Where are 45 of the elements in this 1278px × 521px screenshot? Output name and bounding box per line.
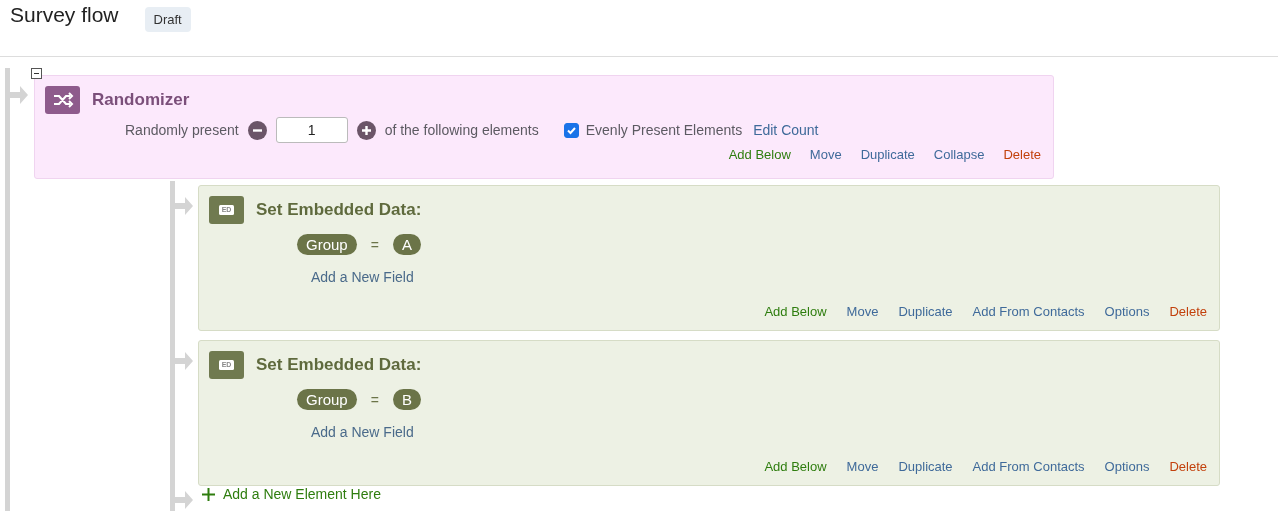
minus-icon[interactable]	[247, 120, 267, 140]
page-title: Survey flow	[10, 2, 119, 27]
field-value-pill[interactable]: A	[392, 234, 421, 255]
count-label: of the following elements	[384, 122, 539, 138]
count-field[interactable]: 1	[275, 117, 348, 143]
action-link[interactable]: Duplicate	[860, 147, 915, 162]
edit-count-link[interactable]: Edit Count	[753, 122, 819, 138]
action-link[interactable]: Move	[846, 459, 879, 474]
action-link[interactable]: Add Below	[728, 147, 791, 162]
action-link[interactable]: Options	[1104, 304, 1150, 319]
equals-sign: =	[370, 391, 379, 408]
action-link[interactable]: Delete	[1169, 459, 1207, 474]
add-field-link[interactable]: Add a New Field	[199, 410, 1219, 440]
action-link[interactable]: Add From Contacts	[972, 459, 1085, 474]
count-label: Randomly present	[125, 122, 239, 138]
field-name-pill[interactable]: Group	[297, 234, 357, 255]
evenly-checkbox[interactable]	[563, 122, 579, 138]
arrow-icon	[175, 350, 193, 372]
add-field-link[interactable]: Add a New Field	[199, 255, 1219, 285]
action-link[interactable]: Move	[846, 304, 879, 319]
equals-sign: =	[370, 236, 379, 253]
arrow-icon	[10, 84, 28, 106]
action-link[interactable]: Delete	[1003, 147, 1041, 162]
add-element-link[interactable]: Add a New Element Here	[202, 486, 381, 502]
action-link[interactable]: Duplicate	[898, 459, 953, 474]
block-title: Set Embedded Data:	[256, 355, 422, 375]
action-link[interactable]: Add From Contacts	[972, 304, 1085, 319]
collapse-toggle-icon[interactable]	[31, 68, 42, 79]
arrow-icon	[175, 195, 193, 217]
action-link[interactable]: Delete	[1169, 304, 1207, 319]
block-title: Set Embedded Data:	[256, 200, 422, 220]
action-link[interactable]: Add Below	[764, 459, 827, 474]
field-name-pill[interactable]: Group	[297, 389, 357, 410]
field-value-pill[interactable]: B	[392, 389, 421, 410]
block-title: Randomizer	[92, 90, 190, 110]
action-link[interactable]: Move	[809, 147, 842, 162]
shuffle-icon	[45, 86, 80, 114]
status-badge: Draft	[144, 7, 191, 32]
plus-icon[interactable]	[356, 120, 376, 140]
action-link[interactable]: Add Below	[764, 304, 827, 319]
action-link[interactable]: Duplicate	[898, 304, 953, 319]
action-link[interactable]: Collapse	[933, 147, 985, 162]
action-link[interactable]: Options	[1104, 459, 1150, 474]
plus-icon	[202, 487, 215, 501]
checkbox-label: Evenly Present Elements	[585, 122, 743, 138]
